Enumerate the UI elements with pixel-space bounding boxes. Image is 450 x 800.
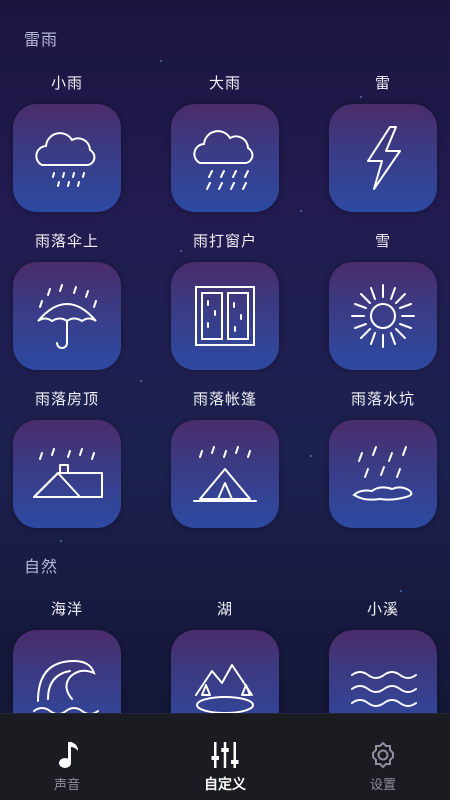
tile-card[interactable]	[171, 104, 279, 212]
tile-label: 雪	[374, 232, 391, 250]
tile-card[interactable]	[13, 420, 121, 528]
sound-tile-rain-on-roof[interactable]: 雨落房顶	[12, 388, 122, 528]
bottom-tab-bar: 声音 自定义 设置	[0, 713, 450, 800]
tab-sounds[interactable]: 声音	[12, 740, 122, 793]
gear-icon	[328, 740, 438, 770]
music-note-icon	[12, 740, 122, 770]
heavy-rain-cloud-icon	[193, 130, 254, 190]
tile-card[interactable]	[13, 104, 121, 212]
sound-tile-rain-on-umbrella[interactable]: 雨落伞上	[12, 230, 122, 370]
tile-label: 雨落伞上	[34, 232, 99, 250]
tile-label: 雷	[374, 74, 391, 92]
tile-label: 雨落帐篷	[192, 390, 257, 408]
tile-label: 雨落水坑	[350, 390, 415, 408]
rain-on-roof-icon	[33, 448, 103, 498]
tab-label: 设置	[369, 778, 396, 793]
sound-tile-heavy-rain[interactable]: 大雨	[170, 72, 280, 212]
equalizer-icon	[170, 740, 280, 770]
tile-card[interactable]	[329, 420, 437, 528]
tab-custom[interactable]: 自定义	[170, 740, 280, 794]
tile-card[interactable]	[329, 262, 437, 370]
tile-card[interactable]	[171, 262, 279, 370]
tab-settings[interactable]: 设置	[328, 740, 438, 793]
tile-card[interactable]	[329, 104, 437, 212]
tile-card[interactable]	[171, 420, 279, 528]
lightning-icon	[367, 126, 401, 190]
tile-label: 雨落房顶	[34, 390, 99, 408]
sound-tile-snow[interactable]: 雪	[328, 230, 438, 370]
tab-label: 声音	[53, 778, 80, 793]
sound-tile-thunder[interactable]: 雷	[328, 72, 438, 212]
tile-label: 小溪	[366, 600, 399, 618]
rain-on-umbrella-icon	[37, 284, 97, 349]
sound-tile-light-rain[interactable]: 小雨	[12, 72, 122, 212]
sound-tile-rain-in-puddle[interactable]: 雨落水坑	[328, 388, 438, 528]
tab-label: 自定义	[204, 777, 246, 793]
tile-label: 大雨	[208, 74, 241, 92]
tile-label: 小雨	[50, 74, 83, 92]
tile-label: 海洋	[50, 600, 83, 618]
rain-on-tent-icon	[193, 446, 257, 502]
rain-in-puddle-icon	[352, 446, 413, 501]
section-title-nature: 自然	[24, 557, 59, 576]
tile-label: 湖	[216, 600, 233, 618]
light-rain-cloud-icon	[35, 132, 96, 187]
sound-tile-rain-on-window[interactable]: 雨打窗户	[170, 230, 280, 370]
tile-label: 雨打窗户	[192, 232, 257, 250]
sound-tile-rain-on-tent[interactable]: 雨落帐篷	[170, 388, 280, 528]
rain-on-window-icon	[195, 286, 255, 346]
section-title-thunderstorm: 雷雨	[24, 30, 59, 49]
snowflake-icon	[351, 284, 415, 348]
tile-card[interactable]	[13, 262, 121, 370]
